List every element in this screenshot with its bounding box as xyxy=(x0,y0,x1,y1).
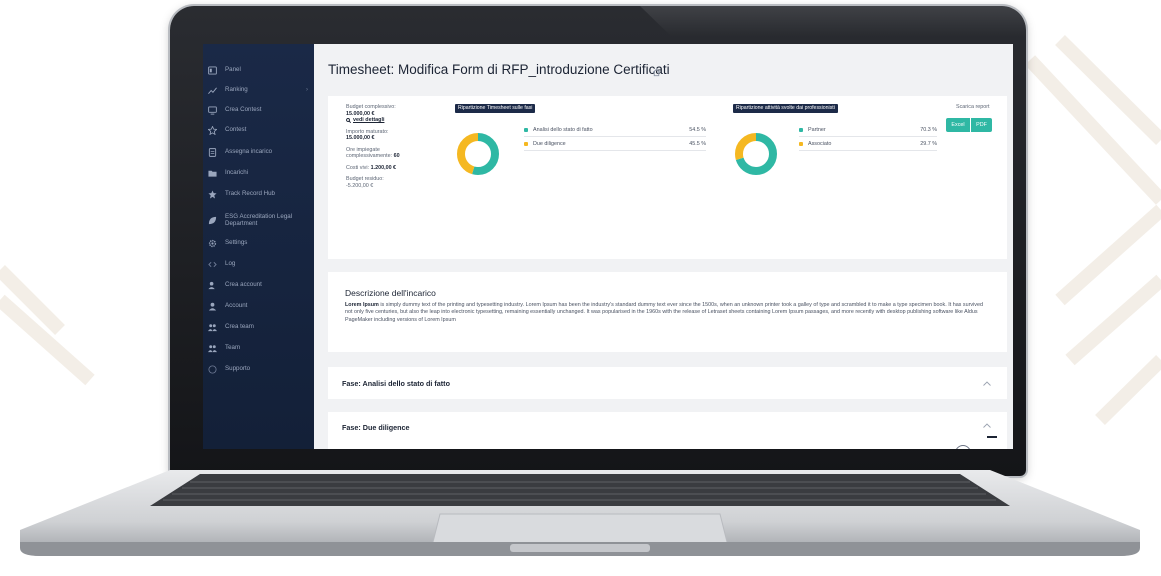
legend-swatch xyxy=(799,128,803,132)
sidebar-item-label: Contest xyxy=(225,126,247,134)
costs-label: Costi vivi: xyxy=(346,164,370,171)
excel-button[interactable]: Excel xyxy=(946,118,970,132)
sidebar-item-label: Settings xyxy=(225,239,248,247)
panel-icon xyxy=(206,64,218,76)
sidebar-item-label: ESG Accreditation Legal Department xyxy=(225,212,293,228)
sidebar-item-panel[interactable]: Panel xyxy=(203,60,314,80)
professionals-legend-item: Associato 29.7 % xyxy=(799,138,937,151)
legend-swatch xyxy=(524,142,528,146)
legend-label: Partner xyxy=(808,127,826,133)
sidebar-item-label: Assegna incarico xyxy=(225,148,273,156)
summary-card: Budget complessivo: 15.000,00 € vedi det… xyxy=(328,96,1007,259)
legend-swatch xyxy=(799,142,803,146)
pdf-button[interactable]: PDF xyxy=(971,118,992,132)
sidebar-item-label: Incarichi xyxy=(225,169,249,177)
phase-accordion[interactable]: Fase: Analisi dello stato di fatto xyxy=(328,367,1007,399)
code-icon xyxy=(206,258,218,270)
main-content: Timesheet: Modifica Form di RFP_introduz… xyxy=(314,44,1013,449)
legend-value: 54.5 % xyxy=(689,127,706,133)
sidebar-item-label: Crea account xyxy=(225,281,262,289)
sidebar-item-account[interactable]: Account xyxy=(203,296,314,316)
user-plus-icon xyxy=(206,279,218,291)
badge-icon xyxy=(206,124,218,136)
gear-icon xyxy=(206,237,218,249)
description-body: is simply dummy text of the printing and… xyxy=(345,302,983,323)
legend-value: 70.3 % xyxy=(920,127,937,133)
sidebar-item-log[interactable]: Log xyxy=(203,254,314,274)
sidebar-item-team[interactable]: Team xyxy=(203,338,314,358)
user-icon xyxy=(206,300,218,312)
page-title: Timesheet: Modifica Form di RFP_introduz… xyxy=(328,62,670,77)
legend-value: 45.5 % xyxy=(689,141,706,147)
folder-icon xyxy=(206,167,218,179)
legend-label: Due diligence xyxy=(533,141,566,147)
chevron-up-icon[interactable] xyxy=(983,423,991,428)
team-plus-icon xyxy=(206,321,218,333)
sidebar-item-supporto[interactable]: Supporto xyxy=(203,359,314,379)
sidebar-item-label: Crea team xyxy=(225,323,254,331)
sidebar-item-label: Ranking xyxy=(225,86,248,94)
sidebar-item-incarichi[interactable]: Incarichi xyxy=(203,163,314,183)
lid-glare xyxy=(640,6,1026,36)
laptop-base xyxy=(20,470,1140,556)
chevron-right-icon: › xyxy=(306,87,308,93)
description-text: Lorem Ipsum is simply dummy text of the … xyxy=(345,302,990,324)
description-card: Descrizione dell'incarico Lorem Ipsum is… xyxy=(328,272,1007,352)
legend-value: 29.7 % xyxy=(920,141,937,147)
sidebar-item-esg-accreditation[interactable]: ESG Accreditation Legal Department xyxy=(203,207,314,233)
sidebar-item-crea-account[interactable]: Crea account xyxy=(203,275,314,295)
hours-label-2: complessivamente: xyxy=(346,153,393,159)
home-icon[interactable] xyxy=(652,68,661,77)
phases-legend-item: Analisi dello stato di fatto 54.5 % xyxy=(524,124,706,137)
details-link[interactable]: vedi dettagli xyxy=(353,117,384,124)
legend-label: Associato xyxy=(808,141,832,147)
professionals-legend-item: Partner 70.3 % xyxy=(799,124,937,137)
residual-value: -5.200,00 € xyxy=(346,182,374,189)
search-icon xyxy=(346,117,351,123)
professionals-donut-chart xyxy=(735,133,777,175)
phase-title: Fase: Due diligence xyxy=(342,423,410,432)
sidebar-item-crea-team[interactable]: Crea team xyxy=(203,317,314,337)
minimize-indicator xyxy=(987,436,997,438)
sidebar-item-ranking[interactable]: Ranking › xyxy=(203,80,314,100)
star-icon xyxy=(206,188,218,200)
description-lead: Lorem Ipsum xyxy=(345,302,379,308)
report-label: Scarica report xyxy=(956,104,990,110)
laptop-screen: Panel Ranking › Crea Contest Contest Ass… xyxy=(203,44,1013,449)
monitor-icon xyxy=(206,104,218,116)
phase-accordion[interactable]: Fase: Due diligence xyxy=(328,412,1007,449)
phases-chart-title: Ripartizione Timesheet sulle fasi xyxy=(455,104,536,113)
leaf-icon xyxy=(206,214,218,226)
phase-title: Fase: Analisi dello stato di fatto xyxy=(342,379,450,388)
legend-swatch xyxy=(524,128,528,132)
team-icon xyxy=(206,342,218,354)
phases-legend-item: Due diligence 45.5 % xyxy=(524,138,706,151)
sidebar-item-label: Account xyxy=(225,302,248,310)
phases-donut-chart xyxy=(457,133,499,175)
chart-icon xyxy=(206,84,218,96)
sidebar-item-contest[interactable]: Contest xyxy=(203,120,314,140)
sidebar: Panel Ranking › Crea Contest Contest Ass… xyxy=(203,44,314,449)
sidebar-item-track-record-hub[interactable]: Track Record Hub xyxy=(203,184,314,204)
sidebar-item-label: Supporto xyxy=(225,365,251,373)
hours-value: 60 xyxy=(393,153,400,159)
professionals-chart-title: Ripartizione attività svolte dai profess… xyxy=(733,104,838,113)
legend-label: Analisi dello stato di fatto xyxy=(533,127,593,133)
budget-summary: Budget complessivo: 15.000,00 € vedi det… xyxy=(346,104,441,189)
sidebar-item-crea-contest[interactable]: Crea Contest xyxy=(203,100,314,120)
description-title: Descrizione dell'incarico xyxy=(345,288,436,298)
costs-value: 1.200,00 € xyxy=(370,164,397,171)
sidebar-item-label: Log xyxy=(225,260,236,268)
document-icon xyxy=(206,146,218,158)
sidebar-item-assegna-incarico[interactable]: Assegna incarico xyxy=(203,142,314,162)
sidebar-item-label: Team xyxy=(225,344,241,352)
sidebar-item-settings[interactable]: Settings xyxy=(203,233,314,253)
sidebar-item-label: Crea Contest xyxy=(225,106,262,114)
help-icon xyxy=(206,363,218,375)
chevron-up-icon[interactable] xyxy=(983,381,991,386)
sidebar-item-label: Track Record Hub xyxy=(225,190,275,198)
sidebar-item-label: Panel xyxy=(225,66,241,74)
